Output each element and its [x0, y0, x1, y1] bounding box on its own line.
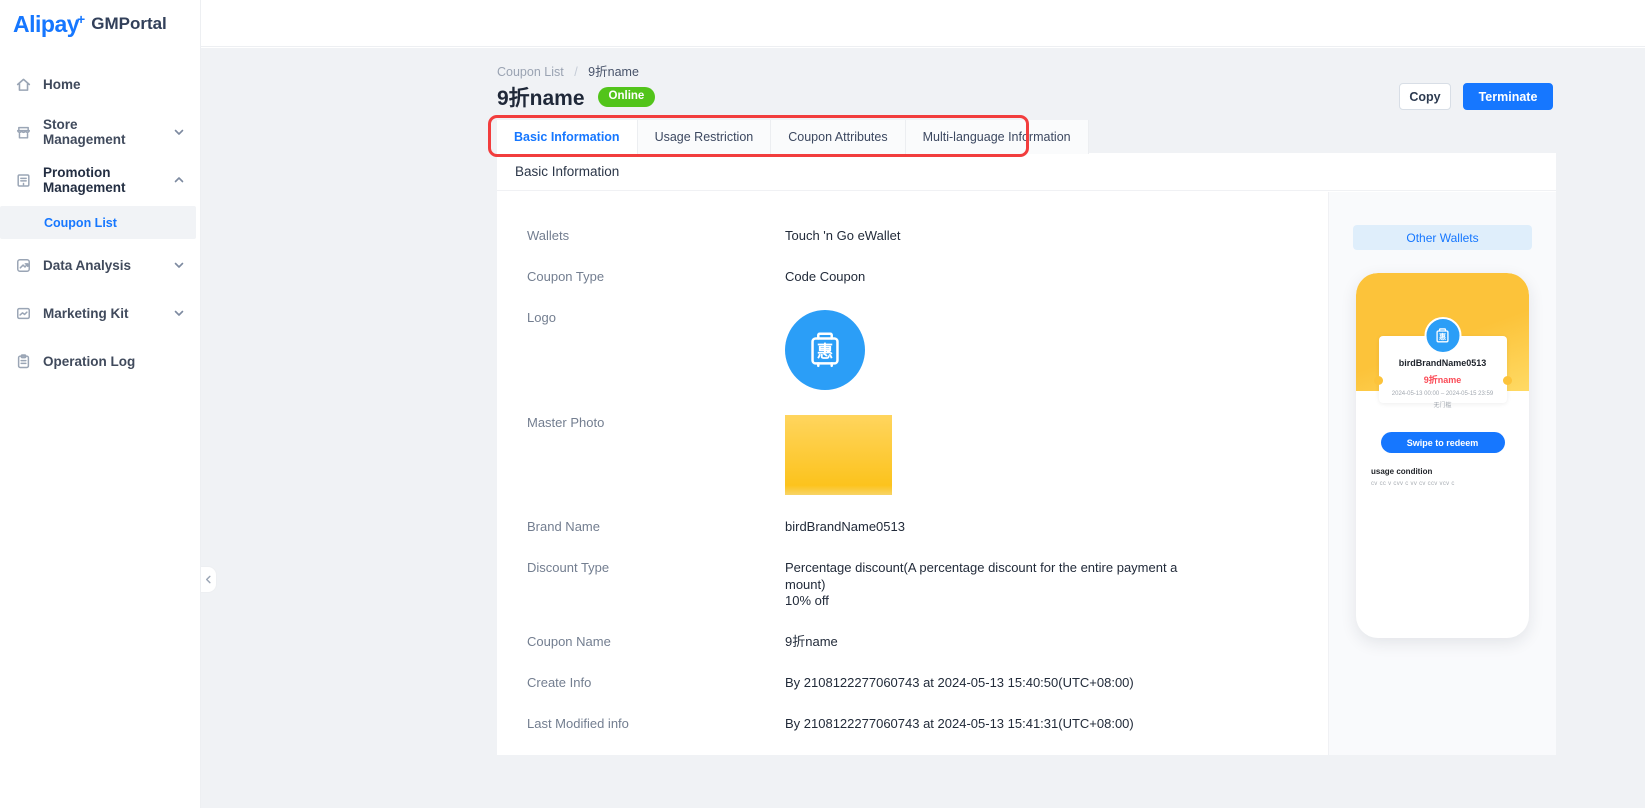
product-name: GMPortal [91, 14, 167, 34]
coupon-brand-logo: 惠 [1424, 317, 1461, 354]
ticket-notch-right [1503, 376, 1512, 385]
coupon-preview-column: Other Wallets 惠 birdBrandName0513 9折nam [1328, 192, 1556, 755]
suitcase-icon: 惠 [1433, 326, 1453, 346]
sidebar-item-label: Coupon List [44, 216, 117, 230]
header-actions: Copy Terminate [1399, 83, 1553, 110]
home-icon [15, 76, 32, 93]
status-badge: Online [598, 87, 656, 107]
field-value: 9折name [785, 634, 838, 650]
tab-usage-restriction[interactable]: Usage Restriction [638, 120, 772, 154]
tab-coupon-attributes[interactable]: Coupon Attributes [771, 120, 905, 154]
tab-bar: Basic Information Usage Restriction Coup… [497, 120, 1089, 154]
other-wallets-button[interactable]: Other Wallets [1353, 225, 1532, 250]
top-bar [201, 0, 1645, 47]
app-window: Alipay+ GMPortal Home Store Management [0, 0, 1645, 808]
chevron-up-icon [172, 173, 186, 187]
field-label: Last Modified info [527, 716, 785, 732]
copy-button[interactable]: Copy [1399, 83, 1451, 110]
field-value: By 2108122277060743 at 2024-05-13 15:40:… [785, 675, 1134, 691]
sidebar-item-home[interactable]: Home [0, 60, 200, 108]
section-title: Basic Information [497, 153, 1556, 191]
breadcrumb-current: 9折name [588, 65, 639, 79]
field-brand-name: Brand Name birdBrandName0513 [527, 519, 1328, 535]
chevron-left-icon [204, 575, 213, 584]
sidebar: Alipay+ GMPortal Home Store Management [0, 0, 201, 808]
breadcrumb-separator: / [574, 65, 577, 79]
sidebar-item-data-analysis[interactable]: Data Analysis [0, 241, 200, 289]
sidebar-item-promotion-management[interactable]: Promotion Management [0, 156, 200, 204]
basic-information-panel: Basic Information Wallets Touch 'n Go eW… [497, 153, 1556, 755]
chevron-down-icon [172, 306, 186, 320]
field-coupon-type: Coupon Type Code Coupon [527, 269, 1328, 285]
preview-coupon-name: 9折name [1379, 373, 1507, 386]
field-logo: Logo 惠 [527, 310, 1328, 390]
sidebar-item-coupon-list[interactable]: Coupon List [0, 206, 196, 239]
field-label: Coupon Type [527, 269, 785, 285]
coupon-ticket: 惠 birdBrandName0513 9折name 2024-05-13 00… [1379, 336, 1507, 403]
field-label: Master Photo [527, 415, 785, 495]
field-value: Code Coupon [785, 269, 865, 285]
brand-logo-image: 惠 [785, 310, 865, 390]
sidebar-item-label: Marketing Kit [43, 306, 161, 321]
sidebar-item-operation-log[interactable]: Operation Log [0, 337, 200, 385]
sidebar-item-label: Operation Log [43, 354, 186, 369]
sidebar-item-label: Store Management [43, 117, 161, 147]
sidebar-item-store-management[interactable]: Store Management [0, 108, 200, 156]
usage-condition-title: usage condition [1371, 467, 1432, 476]
usage-condition-text: cv cc v cvv c vv cv ccv vcv c [1371, 481, 1455, 487]
field-value: Percentage discount(A percentage discoun… [785, 560, 1177, 610]
preview-threshold: 无门槛 [1379, 400, 1507, 409]
breadcrumb: Coupon List / 9折name [497, 61, 639, 80]
store-icon [15, 124, 32, 141]
master-photo-image [785, 415, 892, 495]
field-label: Discount Type [527, 560, 785, 610]
field-label: Create Info [527, 675, 785, 691]
page-header: 9折name Online [497, 82, 655, 112]
chevron-down-icon [172, 125, 186, 139]
sidebar-item-label: Promotion Management [43, 165, 161, 195]
marketing-icon [15, 305, 32, 322]
field-value: birdBrandName0513 [785, 519, 905, 535]
sidebar-item-label: Home [43, 77, 186, 92]
alipay-plus-icon: + [77, 11, 85, 27]
field-coupon-name: Coupon Name 9折name [527, 634, 1328, 650]
tab-multi-language-information[interactable]: Multi-language Information [906, 120, 1089, 154]
field-create-info: Create Info By 2108122277060743 at 2024-… [527, 675, 1328, 691]
coupon-preview-card: 惠 birdBrandName0513 9折name 2024-05-13 00… [1356, 273, 1529, 638]
preview-validity: 2024-05-13 00:00 – 2024-05-15 23:59 [1379, 391, 1507, 397]
coupon-icon [15, 172, 32, 189]
field-value: By 2108122277060743 at 2024-05-13 15:41:… [785, 716, 1134, 732]
sidebar-item-marketing-kit[interactable]: Marketing Kit [0, 289, 200, 337]
clipboard-icon [15, 353, 32, 370]
tab-basic-information[interactable]: Basic Information [497, 120, 638, 154]
field-master-photo: Master Photo [527, 415, 1328, 495]
svg-text:惠: 惠 [1439, 332, 1446, 341]
svg-text:惠: 惠 [817, 342, 833, 361]
sidebar-collapse-handle[interactable] [201, 566, 217, 593]
page-title: 9折name [497, 82, 585, 112]
field-label: Wallets [527, 228, 785, 244]
chart-icon [15, 257, 32, 274]
terminate-button[interactable]: Terminate [1463, 83, 1553, 110]
alipay-logo-text: Alipay+ [13, 11, 85, 38]
chevron-down-icon [172, 258, 186, 272]
brand-logo: Alipay+ GMPortal [0, 0, 200, 48]
field-last-modified-info: Last Modified info By 2108122277060743 a… [527, 716, 1328, 732]
suitcase-icon: 惠 [802, 327, 848, 373]
swipe-to-redeem-button: Swipe to redeem [1381, 432, 1505, 453]
detail-form: Wallets Touch 'n Go eWallet Coupon Type … [497, 192, 1328, 755]
field-label: Coupon Name [527, 634, 785, 650]
field-label: Logo [527, 310, 785, 390]
field-discount-type: Discount Type Percentage discount(A perc… [527, 560, 1328, 610]
field-label: Brand Name [527, 519, 785, 535]
breadcrumb-coupon-list[interactable]: Coupon List [497, 65, 564, 79]
field-value: Touch 'n Go eWallet [785, 228, 900, 244]
sidebar-nav: Home Store Management Promotion Manageme… [0, 60, 200, 385]
sidebar-item-label: Data Analysis [43, 258, 161, 273]
ticket-notch-left [1374, 376, 1383, 385]
field-wallets: Wallets Touch 'n Go eWallet [527, 228, 1328, 244]
